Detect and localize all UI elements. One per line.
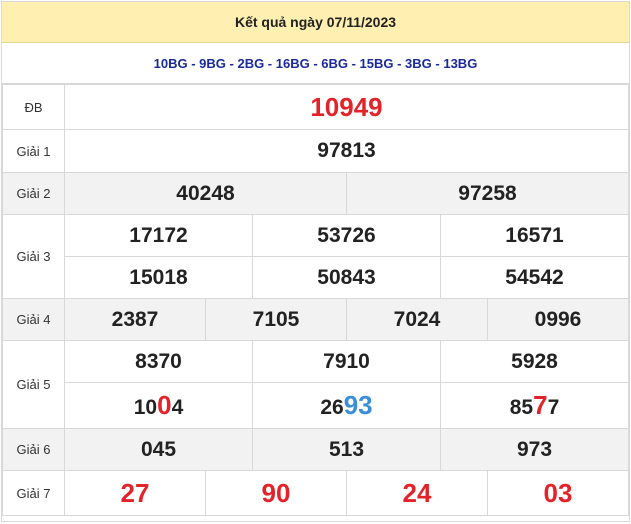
prize-5-6-post: 7 — [547, 396, 560, 419]
prize-3-6-value: 54542 — [505, 265, 564, 289]
prize-7-1-value: 27 — [120, 477, 150, 508]
prize-5-5: 2693 — [252, 382, 441, 429]
prize-special: 10949 — [64, 84, 629, 130]
prize-3-3: 16571 — [440, 214, 629, 257]
prize-2-b: 97258 — [346, 172, 629, 215]
prize-4-1-value: 2387 — [111, 307, 159, 331]
prize-5-2-value: 7910 — [323, 349, 370, 373]
prize-3-4-value: 15018 — [129, 265, 188, 289]
row-prize-3-b: 15018 50843 54542 — [3, 256, 629, 299]
prize-5-4-highlight: 0 — [157, 390, 172, 420]
prize-6-2: 513 — [252, 428, 441, 471]
prize-5-3-value: 5928 — [511, 349, 558, 373]
row-prize-5-a: Giải 5 8370 7910 5928 — [2, 340, 629, 429]
prize-6-1: 045 — [64, 428, 253, 471]
prize-5-4-value: 1004 — [133, 390, 184, 420]
prize-2-b-value: 97258 — [458, 181, 517, 205]
row-prize-1: Giải 1 97813 — [2, 129, 629, 173]
prize-5-2: 7910 — [252, 340, 441, 383]
prize-5-3: 5928 — [440, 340, 629, 383]
prize-4-4: 0996 — [487, 298, 629, 341]
row-special: ĐB 10949 — [2, 84, 629, 130]
prize-5-1: 8370 — [64, 340, 253, 383]
prize-7-4: 03 — [487, 470, 629, 516]
prize-3-2: 53726 — [252, 214, 441, 257]
prize-3-3-value: 16571 — [505, 223, 564, 247]
province-codes: 10BG - 9BG - 2BG - 16BG - 6BG - 15BG - 3… — [2, 43, 629, 84]
prize-6-1-value: 045 — [140, 437, 177, 461]
label-prize-2: Giải 2 — [2, 172, 65, 215]
prize-7-4-value: 03 — [543, 477, 573, 508]
prize-3-1: 17172 — [64, 214, 253, 257]
results-title: Kết quả ngày 07/11/2023 — [234, 14, 397, 30]
prize-4-1: 2387 — [64, 298, 206, 341]
prize-6-2-value: 513 — [328, 437, 365, 461]
prize-special-value: 10949 — [310, 91, 383, 122]
prize-5-4-post: 4 — [171, 396, 184, 419]
prize-5-6-highlight: 7 — [533, 390, 548, 420]
row-prize-3-a: Giải 3 17172 53726 16571 — [2, 214, 629, 299]
prize-3-1-value: 17172 — [129, 223, 188, 247]
lottery-results-panel: Kết quả ngày 07/11/2023 10BG - 9BG - 2BG… — [1, 1, 630, 522]
prize-3-5-value: 50843 — [317, 265, 376, 289]
row-prize-5-b: 1004 2693 8577 — [3, 382, 629, 429]
province-codes-text: 10BG - 9BG - 2BG - 16BG - 6BG - 15BG - 3… — [153, 55, 478, 71]
prize-6-3-value: 973 — [516, 437, 553, 461]
prize-5-6: 8577 — [440, 382, 629, 429]
label-prize-6: Giải 6 — [2, 428, 65, 471]
prize-5-4-pre: 10 — [133, 396, 158, 419]
prize-5-6-pre: 85 — [509, 396, 534, 419]
prize-2-a: 40248 — [64, 172, 347, 215]
label-prize-4: Giải 4 — [2, 298, 65, 341]
prize-5-5-pre: 26 — [320, 396, 344, 419]
prize-5-6-value: 8577 — [509, 390, 560, 420]
prize-3-5: 50843 — [252, 256, 441, 299]
prize-2-a-value: 40248 — [176, 181, 235, 205]
prize-5-5-value: 2693 — [320, 390, 372, 420]
prize-5-5-highlight: 93 — [343, 390, 373, 420]
prize-1: 97813 — [64, 129, 629, 173]
prize-4-4-value: 0996 — [534, 307, 582, 331]
prize-1-value: 97813 — [317, 139, 376, 162]
label-prize-3: Giải 3 — [2, 214, 65, 299]
prize-6-3: 973 — [440, 428, 629, 471]
prize-7-3-value: 24 — [402, 477, 432, 508]
row-prize-2: Giải 2 40248 97258 — [2, 172, 629, 215]
prize-7-1: 27 — [64, 470, 206, 516]
prize-3-6: 54542 — [440, 256, 629, 299]
prize-4-3-value: 7024 — [393, 307, 441, 331]
prize-3-2-value: 53726 — [317, 223, 376, 247]
prize-7-3: 24 — [346, 470, 488, 516]
label-prize-5: Giải 5 — [2, 340, 65, 429]
row-prize-4: Giải 4 2387 7105 7024 0996 — [2, 298, 629, 341]
label-prize-7: Giải 7 — [2, 470, 65, 516]
prize-5-4: 1004 — [64, 382, 253, 429]
prize-7-2-value: 90 — [261, 477, 291, 508]
prize-7-2: 90 — [205, 470, 347, 516]
label-prize-1: Giải 1 — [2, 129, 65, 173]
results-header: Kết quả ngày 07/11/2023 — [2, 2, 629, 43]
results-table: ĐB 10949 Giải 1 97813 Giải 2 40248 97258… — [2, 84, 629, 516]
row-prize-7: Giải 7 27 90 24 03 — [2, 470, 629, 516]
row-prize-6: Giải 6 045 513 973 — [2, 428, 629, 471]
prize-4-2: 7105 — [205, 298, 347, 341]
prize-5-1-value: 8370 — [135, 349, 182, 373]
label-special: ĐB — [2, 84, 65, 130]
prize-3-4: 15018 — [64, 256, 253, 299]
prize-4-3: 7024 — [346, 298, 488, 341]
prize-4-2-value: 7105 — [252, 307, 300, 331]
